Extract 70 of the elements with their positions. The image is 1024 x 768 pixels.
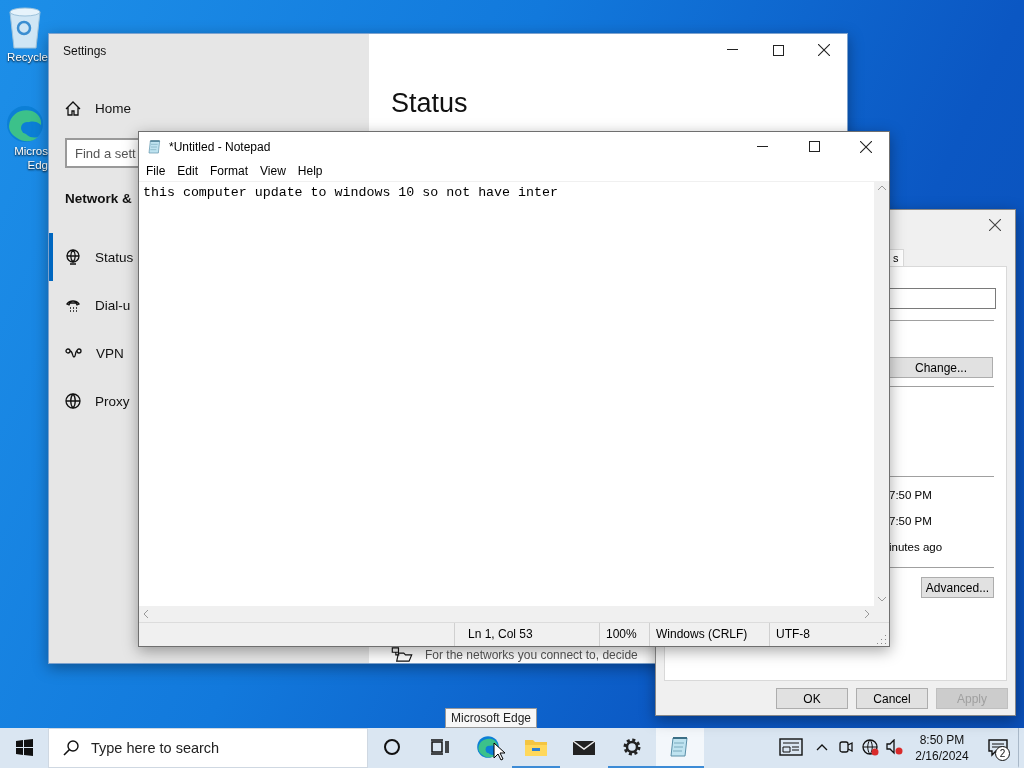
mail-icon bbox=[572, 738, 596, 756]
time-text: 8:50 PM bbox=[919, 732, 965, 748]
description-text: For the networks you connect to, decide bbox=[425, 647, 638, 662]
vertical-scrollbar[interactable] bbox=[874, 181, 889, 606]
horizontal-scrollbar[interactable] bbox=[139, 606, 874, 622]
recycle-bin-icon bbox=[7, 6, 43, 50]
menu-item[interactable]: View bbox=[254, 164, 292, 178]
globe-monitor-icon bbox=[65, 249, 81, 265]
windows-icon bbox=[15, 738, 33, 756]
camera-icon bbox=[839, 739, 853, 755]
info-text: inutes ago bbox=[889, 540, 944, 554]
close-icon bbox=[818, 44, 830, 56]
notification-count: 2 bbox=[995, 746, 1010, 761]
menu-item[interactable]: Help bbox=[291, 164, 329, 178]
icon-label: Micros bbox=[14, 144, 48, 158]
nav-item[interactable]: VPN bbox=[49, 329, 139, 377]
resize-grip-icon bbox=[877, 635, 886, 644]
icon-label: Recycle bbox=[7, 50, 48, 64]
window-title: Settings bbox=[63, 44, 108, 58]
message-icon bbox=[988, 739, 1008, 757]
gear-icon bbox=[621, 736, 643, 758]
status-text: UTF-8 bbox=[769, 623, 874, 646]
nav-item[interactable]: Proxy bbox=[49, 377, 139, 425]
globe-icon bbox=[861, 738, 879, 756]
close-icon bbox=[860, 140, 872, 153]
search-icon bbox=[63, 740, 79, 756]
network-folder-icon bbox=[391, 647, 413, 662]
edge-shortcut-icon bbox=[5, 104, 45, 144]
menu-item[interactable]: Edit bbox=[171, 164, 205, 178]
maximize-icon bbox=[808, 141, 820, 152]
dialog-button[interactable]: Cancel bbox=[856, 688, 928, 709]
status-text: 100% bbox=[599, 623, 649, 646]
nav-item[interactable]: Dial-u bbox=[49, 281, 139, 329]
date-text: 2/16/2024 bbox=[915, 748, 969, 764]
advanced-button[interactable]: Advanced... bbox=[921, 577, 994, 598]
task-view-icon bbox=[431, 739, 449, 755]
globe-icon bbox=[65, 393, 81, 409]
circle-icon bbox=[383, 738, 401, 756]
search-field[interactable]: Type here to search bbox=[48, 728, 368, 768]
phone-icon bbox=[65, 298, 81, 312]
notepad-icon bbox=[147, 138, 163, 155]
home-icon bbox=[65, 100, 81, 116]
section-title: Network & bbox=[65, 191, 132, 206]
minimize-icon bbox=[726, 49, 738, 51]
maximize-icon bbox=[772, 44, 784, 56]
page-heading: Status bbox=[391, 88, 469, 119]
notifications-button[interactable]: 2 bbox=[978, 728, 1018, 768]
news-icon bbox=[779, 738, 803, 756]
tooltip: Microsoft Edge bbox=[445, 708, 538, 728]
folder-icon bbox=[524, 737, 548, 757]
home-nav-item[interactable]: Home bbox=[49, 84, 139, 132]
menu-item[interactable]: File bbox=[140, 164, 172, 178]
speaker-muted-icon bbox=[885, 739, 903, 755]
close-icon bbox=[989, 219, 1001, 231]
text-field[interactable] bbox=[889, 288, 996, 309]
change-button[interactable]: Change... bbox=[889, 357, 993, 378]
status-text: Windows (CRLF) bbox=[649, 623, 769, 646]
clock[interactable]: 8:50 PM 2/16/2024 bbox=[906, 728, 978, 768]
vpn-icon bbox=[65, 347, 82, 359]
dialog-button[interactable]: OK bbox=[776, 688, 848, 709]
info-text: 7:50 PM bbox=[889, 514, 933, 528]
status-text: Ln 1, Col 53 bbox=[454, 623, 599, 646]
menu-item[interactable]: Format bbox=[204, 164, 255, 178]
info-text: 7:50 PM bbox=[889, 488, 933, 502]
mouse-pointer-icon bbox=[493, 742, 505, 761]
minimize-icon bbox=[756, 145, 768, 148]
search-field[interactable]: Find a sett bbox=[65, 138, 139, 168]
icon-label: Edg bbox=[27, 158, 48, 172]
window-title: *Untitled - Notepad bbox=[169, 139, 272, 154]
chevron-up-icon bbox=[816, 743, 828, 751]
